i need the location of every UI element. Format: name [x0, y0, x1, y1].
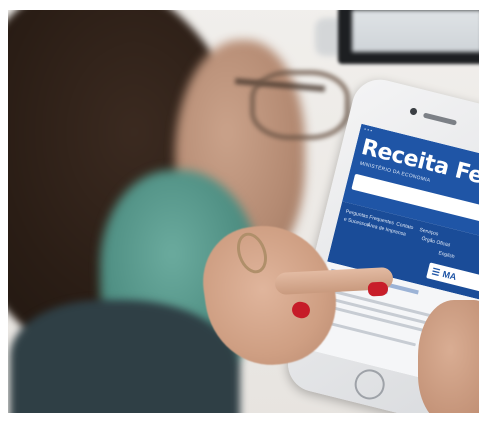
frame-border — [0, 0, 8, 425]
frame-border — [0, 413, 479, 425]
menu-label: MA — [441, 268, 458, 283]
frame-border — [0, 0, 479, 10]
menu-button[interactable]: ☰MA — [426, 262, 479, 292]
glasses — [250, 70, 350, 140]
phone-earpiece — [422, 112, 458, 126]
background-monitor-screen — [352, 10, 479, 52]
fingernail — [367, 281, 389, 297]
hamburger-icon: ☰ — [430, 266, 441, 278]
holding-hand — [418, 300, 479, 425]
nav-link-official[interactable]: Órgão Oficial — [421, 236, 451, 249]
home-button[interactable] — [351, 366, 388, 403]
photo: • • • Receita Fede MINISTÉRIO DA ECONOMI… — [0, 0, 479, 425]
status-bar: • • • — [363, 126, 373, 135]
camera-icon — [409, 107, 418, 116]
nav-link-english[interactable]: English — [438, 250, 455, 260]
